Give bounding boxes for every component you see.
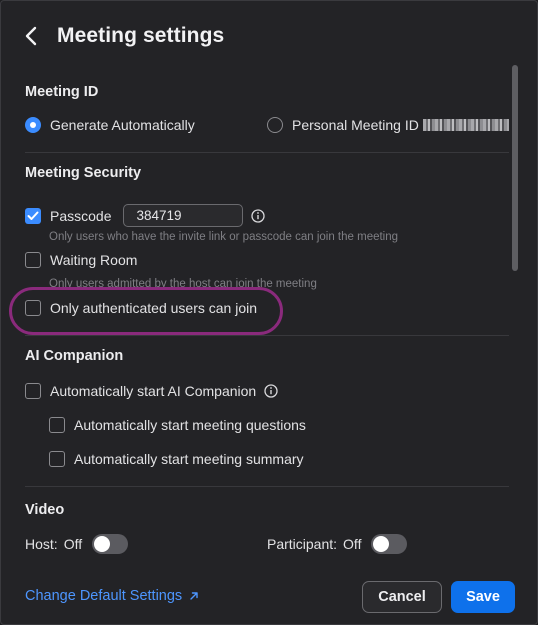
divider xyxy=(25,486,509,487)
waiting-room-checkbox[interactable] xyxy=(25,252,41,268)
passcode-label: Passcode xyxy=(50,207,112,224)
radio-selected[interactable] xyxy=(25,117,41,133)
change-default-settings-label: Change Default Settings xyxy=(25,588,183,604)
participant-label: Participant: xyxy=(267,536,338,552)
host-video-row: Host: Off xyxy=(25,534,129,554)
passcode-checkbox[interactable] xyxy=(25,207,41,224)
meeting-settings-window: Meeting settings Meeting ID Generate Aut… xyxy=(0,0,538,625)
divider xyxy=(25,335,509,336)
generate-automatically-option[interactable]: Generate Automatically xyxy=(25,117,195,133)
personal-meeting-id-option[interactable]: Personal Meeting ID xyxy=(267,117,509,133)
highlight-annotation-oval xyxy=(9,287,283,335)
auto-start-questions-checkbox[interactable] xyxy=(49,417,65,433)
cancel-button[interactable]: Cancel xyxy=(362,581,442,613)
host-video-toggle[interactable] xyxy=(92,534,129,554)
waiting-room-label: Waiting Room xyxy=(50,252,138,268)
auto-start-questions-row[interactable]: Automatically start meeting questions xyxy=(49,417,306,433)
host-label: Host: xyxy=(25,536,58,552)
host-state: Off xyxy=(63,536,83,552)
meeting-security-heading: Meeting Security xyxy=(25,165,142,181)
passcode-row: Passcode 384719 xyxy=(25,204,266,227)
save-button[interactable]: Save xyxy=(451,581,515,613)
pixelated-meeting-id xyxy=(422,119,509,131)
waiting-room-row[interactable]: Waiting Room xyxy=(25,252,137,268)
option-label: Personal Meeting ID xyxy=(292,117,419,133)
passcode-helper-text: Only users who have the invite link or p… xyxy=(49,231,399,243)
checkmark-icon xyxy=(27,211,39,220)
page-title: Meeting settings xyxy=(57,24,225,47)
header: Meeting settings xyxy=(25,21,224,51)
auto-start-questions-label: Automatically start meeting questions xyxy=(74,417,306,433)
participant-video-row: Participant: Off xyxy=(267,534,408,554)
external-link-arrow-icon xyxy=(190,592,198,600)
auto-start-summary-row[interactable]: Automatically start meeting summary xyxy=(49,451,304,467)
auto-start-summary-checkbox[interactable] xyxy=(49,451,65,467)
auto-start-ai-label: Automatically start AI Companion xyxy=(50,383,257,399)
ai-companion-heading: AI Companion xyxy=(25,348,124,364)
auto-start-summary-label: Automatically start meeting summary xyxy=(74,451,304,467)
passcode-input[interactable]: 384719 xyxy=(123,204,244,227)
radio-unselected[interactable] xyxy=(267,117,283,133)
auto-start-ai-checkbox[interactable] xyxy=(25,383,41,399)
change-default-settings-link[interactable]: Change Default Settings xyxy=(25,588,199,604)
auto-start-ai-companion-row[interactable]: Automatically start AI Companion xyxy=(25,383,278,399)
participant-video-toggle[interactable] xyxy=(371,534,408,554)
info-icon[interactable] xyxy=(251,208,266,223)
video-heading: Video xyxy=(25,502,65,518)
scrollbar[interactable] xyxy=(512,65,518,271)
info-icon[interactable] xyxy=(264,384,278,398)
meeting-id-heading: Meeting ID xyxy=(25,84,99,100)
back-chevron-icon[interactable] xyxy=(25,24,45,48)
divider xyxy=(25,152,509,153)
participant-state: Off xyxy=(343,536,362,552)
option-label: Generate Automatically xyxy=(50,117,195,133)
